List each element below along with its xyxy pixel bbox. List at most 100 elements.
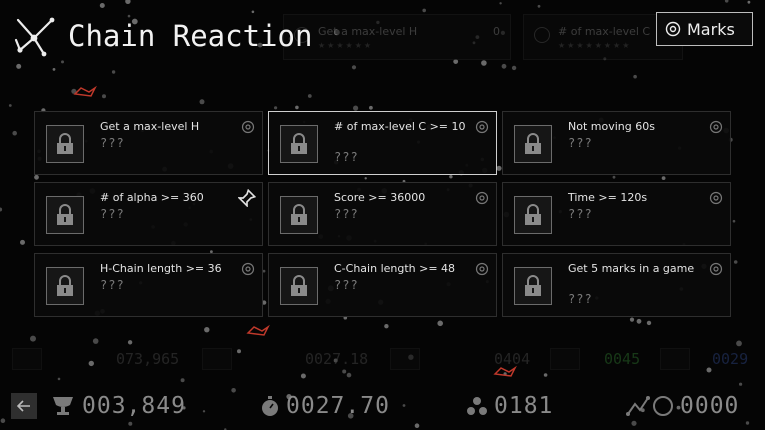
particle xyxy=(204,327,210,333)
particle xyxy=(16,63,22,69)
target-icon[interactable] xyxy=(241,262,255,276)
marks-button[interactable]: Marks xyxy=(656,12,753,46)
particle xyxy=(12,130,17,136)
achievement-card[interactable]: Get a max-level H??? xyxy=(34,111,263,175)
lock-icon xyxy=(46,196,84,234)
particle xyxy=(633,74,637,79)
score-value: 003,849 xyxy=(82,393,186,419)
target-icon[interactable] xyxy=(475,262,489,276)
achievement-card[interactable]: # of max-level C >= 10??? xyxy=(268,111,497,175)
time-stat: 0027.70 xyxy=(260,392,390,420)
target-icon[interactable] xyxy=(709,191,723,205)
background-hud-cell xyxy=(12,348,42,370)
achievement-progress: ??? xyxy=(100,207,125,221)
back-button[interactable] xyxy=(11,393,37,419)
achievement-card[interactable]: Not moving 60s??? xyxy=(502,111,731,175)
particle xyxy=(724,0,729,3)
achievement-card[interactable]: C-Chain length >= 48??? xyxy=(268,253,497,317)
achievement-card[interactable]: Get 5 marks in a game??? xyxy=(502,253,731,317)
chain-molecule-icon xyxy=(14,17,55,57)
achievement-progress: ??? xyxy=(568,207,593,221)
background-hud-time: 0027.18 xyxy=(305,350,369,368)
app-title: Chain Reaction xyxy=(68,19,313,53)
target-icon[interactable] xyxy=(475,120,489,134)
achievement-name: # of max-level C >= 10 xyxy=(334,120,466,133)
particle xyxy=(99,3,105,8)
achievement-progress: ??? xyxy=(100,278,125,292)
time-value: 0027.70 xyxy=(286,393,390,419)
particle xyxy=(8,104,12,107)
particle xyxy=(414,423,420,429)
target-icon[interactable] xyxy=(709,120,723,134)
achievement-name: H-Chain length >= 36 xyxy=(100,262,222,275)
background-banner-stars: ★★★★★★★★ xyxy=(558,41,632,50)
particles-value: 0181 xyxy=(494,393,554,419)
background-hud-count: 0404 xyxy=(494,350,531,368)
particle xyxy=(537,4,541,8)
particle xyxy=(437,320,444,327)
particle xyxy=(0,207,3,212)
achievement-progress: ??? xyxy=(568,292,593,306)
particle xyxy=(127,340,133,345)
particle xyxy=(274,106,278,110)
red-molecule xyxy=(73,85,97,97)
achievement-progress: ??? xyxy=(334,278,359,292)
background-hud-cell xyxy=(660,348,690,370)
particle xyxy=(511,65,517,71)
particle xyxy=(736,340,742,347)
particle xyxy=(481,60,487,66)
particle xyxy=(125,0,131,4)
target-icon xyxy=(665,21,681,37)
achievement-name: Get 5 marks in a game xyxy=(568,262,695,275)
background-hud-green: 0045 xyxy=(604,350,641,368)
particle xyxy=(499,2,502,5)
chain-stat: 0000 xyxy=(626,392,739,420)
particle xyxy=(353,105,359,111)
background-banner-title: Get a max-level H xyxy=(318,25,418,38)
particle xyxy=(369,105,373,110)
achievement-name: Time >= 120s xyxy=(568,191,648,204)
particle xyxy=(102,94,106,99)
achievement-card[interactable]: Time >= 120s??? xyxy=(502,182,731,246)
background-hud-cell xyxy=(550,348,580,370)
target-icon[interactable] xyxy=(709,262,723,276)
lock-icon xyxy=(514,267,552,305)
achievement-progress: ??? xyxy=(334,207,359,221)
background-hud: 073,965 0027.18 0404 0045 0029 xyxy=(0,348,765,372)
achievement-card[interactable]: Score >= 36000??? xyxy=(268,182,497,246)
background-hud-cell xyxy=(202,348,232,370)
particle xyxy=(251,10,255,14)
stopwatch-icon xyxy=(262,396,278,416)
particle xyxy=(57,377,61,381)
target-icon[interactable] xyxy=(241,120,255,134)
back-arrow-icon xyxy=(17,400,30,412)
marks-button-label: Marks xyxy=(687,19,735,39)
achievement-card[interactable]: H-Chain length >= 36??? xyxy=(34,253,263,317)
score-stat: 003,849 xyxy=(50,392,186,420)
achievement-name: # of alpha >= 360 xyxy=(100,191,204,204)
particle xyxy=(61,60,64,64)
particle xyxy=(733,260,738,264)
achievement-progress: ??? xyxy=(334,150,359,164)
lock-icon xyxy=(280,125,318,163)
particles-icon xyxy=(467,397,487,415)
achievement-progress: ??? xyxy=(100,136,125,150)
particle xyxy=(501,63,507,69)
particle xyxy=(180,378,185,383)
particle xyxy=(30,335,36,342)
particle xyxy=(346,372,352,378)
achievement-progress: ??? xyxy=(568,136,593,150)
background-hud-cell xyxy=(390,348,420,370)
achievement-name: Get a max-level H xyxy=(100,120,200,133)
target-icon xyxy=(534,27,550,43)
red-molecule xyxy=(246,324,270,336)
pin-icon[interactable] xyxy=(238,189,256,207)
achievement-card[interactable]: # of alpha >= 360??? xyxy=(34,182,263,246)
lock-icon xyxy=(280,196,318,234)
particle xyxy=(384,324,389,329)
achievement-name: Not moving 60s xyxy=(568,120,655,133)
background-banner-title: # of max-level C xyxy=(558,25,651,38)
target-icon[interactable] xyxy=(475,191,489,205)
particle xyxy=(111,70,116,74)
particle xyxy=(636,318,642,324)
